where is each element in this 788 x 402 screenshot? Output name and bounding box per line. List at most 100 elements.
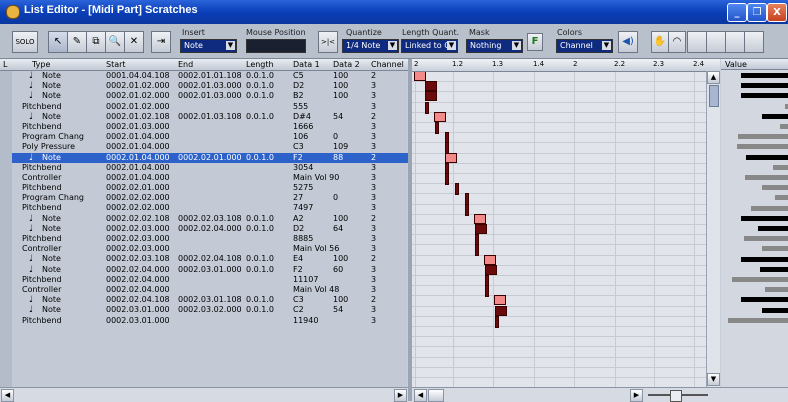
toolbar-slot-3[interactable] (725, 31, 745, 53)
length-quant-select[interactable]: Linked to Q ▼ (401, 39, 458, 53)
value-bar[interactable] (762, 113, 788, 119)
table-row[interactable]: Pitchbend 0002.01.02.000 555 3 (12, 102, 408, 112)
col-l[interactable]: L (3, 59, 7, 70)
event-bar[interactable] (494, 295, 507, 306)
speaker-icon[interactable]: ◀) (618, 31, 638, 53)
snap-icon[interactable]: >|< (318, 31, 338, 53)
value-bar[interactable] (740, 256, 788, 262)
table-row[interactable]: Pitchbend 0002.01.03.000 1666 3 (12, 122, 408, 132)
event-bar[interactable] (485, 264, 498, 275)
table-row[interactable]: ♩ Note 0002.01.02.000 0002.01.03.000 0.0.1.0… (12, 91, 408, 101)
event-bar[interactable] (445, 152, 458, 163)
table-row[interactable]: ♩ Note 0002.02.02.108 0002.02.03.108 0.0.1.0… (12, 214, 408, 224)
table-row[interactable]: ♩ Note 0002.02.04.000 0002.03.01.000 0.0.1.0… (12, 265, 408, 275)
event-bar[interactable] (474, 213, 487, 224)
scroll-thumb[interactable] (709, 85, 719, 107)
col-end[interactable]: End (178, 59, 193, 70)
event-bar[interactable] (445, 173, 450, 185)
value-bar[interactable] (761, 185, 788, 191)
filter-button[interactable]: F (527, 33, 543, 51)
value-bar[interactable] (740, 93, 788, 99)
value-bar[interactable] (761, 246, 788, 252)
scroll-left-icon[interactable]: ◀ (1, 389, 14, 402)
table-row[interactable]: ♩ Note 0002.02.03.000 0002.02.04.000 0.0.1.0… (12, 224, 408, 234)
col-channel[interactable]: Channel (371, 59, 404, 70)
event-bar[interactable] (485, 285, 490, 298)
title-bar[interactable]: List Editor - [Midi Part] Scratches _ ❐ … (0, 0, 788, 24)
quantize-select[interactable]: 1/4 Note ▼ (342, 39, 399, 53)
value-bar[interactable] (737, 134, 788, 140)
event-bar[interactable] (495, 305, 508, 316)
scroll-down-icon[interactable]: ▼ (707, 373, 720, 386)
zoom-slider-handle[interactable] (670, 390, 682, 402)
mask-select[interactable]: Nothing ▼ (466, 39, 523, 53)
scroll-left-icon[interactable]: ◀ (414, 389, 427, 402)
event-bar[interactable] (495, 315, 500, 328)
value-bar[interactable] (740, 73, 788, 78)
table-row[interactable]: ♩ Note 0002.01.02.000 0002.01.03.000 0.0.1.0… (12, 81, 408, 91)
value-bar[interactable] (757, 226, 788, 231)
value-bar[interactable] (732, 277, 788, 282)
close-button[interactable]: X (767, 3, 787, 22)
value-bar[interactable] (775, 195, 788, 201)
table-row[interactable]: Controller 0002.02.03.000 Main Vol 56 3 (12, 244, 408, 254)
headphones-icon[interactable]: ◠ (668, 31, 686, 53)
table-row[interactable]: Program Chang 0002.02.02.000 27 0 3 (12, 193, 408, 203)
scroll-right-icon[interactable]: ▶ (394, 389, 407, 402)
event-bar[interactable] (434, 111, 447, 122)
grid-vertical-scrollbar[interactable]: ▲ ▼ (706, 71, 720, 387)
colors-select[interactable]: Channel ▼ (556, 39, 613, 53)
hand-icon[interactable]: ✋ (651, 31, 669, 53)
table-row[interactable]: ♩ Note 0002.01.04.000 0002.02.01.000 0.0.1.0… (12, 152, 408, 163)
value-bar[interactable] (745, 175, 788, 180)
insert-select[interactable]: Note ▼ (180, 39, 237, 53)
table-row[interactable]: ♩ Note 0002.02.04.108 0002.03.01.108 0.0.1.0… (12, 295, 408, 305)
table-row[interactable]: ♩ Note 0002.01.02.108 0002.01.03.108 0.0.1.0… (12, 112, 408, 122)
event-bar[interactable] (455, 183, 460, 196)
ruler[interactable]: 2 1.2 1.3 1.4 2 2.2 2.3 2.4 (412, 59, 720, 72)
table-row[interactable]: Pitchbend 0002.01.04.000 3054 3 (12, 163, 408, 173)
minimize-button[interactable]: _ (727, 3, 747, 22)
value-bar[interactable] (779, 124, 788, 129)
event-bar[interactable] (425, 81, 438, 92)
table-row[interactable]: Poly Pressure 0002.01.04.000 C3 109 3 (12, 142, 408, 152)
event-bar[interactable] (475, 244, 480, 257)
table-row[interactable]: Pitchbend 0002.03.01.000 11940 3 (12, 316, 408, 326)
value-bar[interactable] (736, 144, 788, 150)
event-bar[interactable] (435, 122, 440, 134)
value-bar[interactable] (765, 287, 788, 293)
table-row[interactable]: Pitchbend 0002.02.01.000 5275 3 (12, 183, 408, 193)
note-grid[interactable] (412, 59, 720, 387)
scroll-thumb-left[interactable] (428, 389, 444, 402)
event-bar[interactable] (425, 91, 438, 102)
value-bar[interactable] (740, 215, 788, 221)
table-row[interactable]: Pitchbend 0002.02.02.000 7497 3 (12, 203, 408, 213)
value-bar[interactable] (762, 307, 788, 313)
event-bar[interactable] (414, 71, 427, 81)
value-bar[interactable] (772, 164, 788, 170)
table-row[interactable]: ♩ Note 0002.02.03.108 0002.02.04.108 0.0.1.0… (12, 254, 408, 264)
col-type[interactable]: Type (32, 59, 50, 70)
table-row[interactable]: Program Chang 0002.01.04.000 106 0 3 (12, 132, 408, 142)
zoom-tool-icon[interactable]: 🔍 (105, 31, 125, 53)
col-data1[interactable]: Data 1 (293, 59, 320, 70)
value-bar[interactable] (759, 266, 788, 272)
toolbar-slot-4[interactable] (744, 31, 764, 53)
arrow-tool-icon[interactable]: ↖ (48, 31, 68, 53)
erase-tool-icon[interactable]: ✕ (124, 31, 144, 53)
insert-mode-icon[interactable]: ⇥ (151, 31, 171, 53)
table-row[interactable]: Pitchbend 0002.02.03.000 8885 3 (12, 234, 408, 244)
table-row[interactable]: ♩ Note 0002.03.01.000 0002.03.02.000 0.0.1.0… (12, 305, 408, 315)
value-bar[interactable] (746, 154, 788, 160)
solo-button[interactable]: SOLO (12, 31, 38, 53)
value-bar[interactable] (750, 205, 788, 211)
col-length[interactable]: Length (246, 59, 274, 70)
toolbar-slot-1[interactable] (687, 31, 707, 53)
toolbar-slot-2[interactable] (706, 31, 726, 53)
restore-button[interactable]: ❐ (747, 3, 767, 22)
col-start[interactable]: Start (106, 59, 126, 70)
event-bar[interactable] (425, 101, 430, 114)
split-tool-icon[interactable]: ⧉ (86, 31, 106, 53)
list-horizontal-scrollbar[interactable]: ◀ ▶ (0, 387, 408, 402)
table-row[interactable]: Pitchbend 0002.02.04.000 11107 3 (12, 275, 408, 285)
